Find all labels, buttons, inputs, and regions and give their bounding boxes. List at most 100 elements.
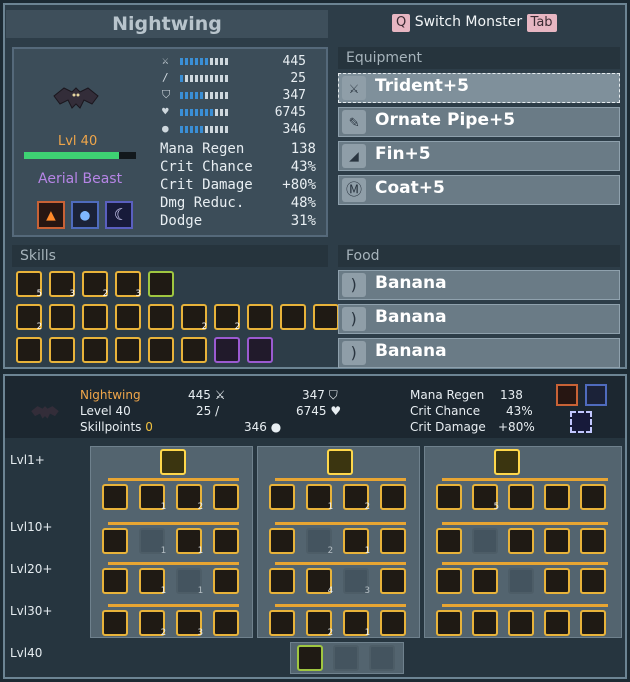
q-key[interactable]: Q	[392, 14, 411, 32]
skill-slot[interactable]	[148, 304, 174, 330]
water-trait-mini-icon	[585, 384, 607, 406]
skill-tree-node[interactable]	[269, 610, 295, 636]
skill-tree-node[interactable]	[269, 484, 295, 510]
skill-slot[interactable]	[247, 304, 273, 330]
skill-tree-node[interactable]	[213, 610, 239, 636]
skill-slot[interactable]: 3	[49, 271, 75, 299]
food-label: Banana	[375, 273, 447, 293]
skill-slot[interactable]	[82, 304, 108, 330]
skill-slot[interactable]	[247, 337, 273, 363]
skill-slot[interactable]: 5	[16, 271, 42, 299]
skill-tree-node[interactable]	[213, 484, 239, 510]
skill-tree-node[interactable]: 2	[306, 610, 333, 638]
skill-tree-node[interactable]	[102, 610, 128, 636]
skill-slot[interactable]	[49, 304, 75, 330]
skill-slot[interactable]: 2	[82, 271, 108, 299]
skill-tree-node[interactable]	[508, 568, 534, 594]
skill-tree-node[interactable]: 1	[306, 484, 333, 512]
skill-slot[interactable]	[82, 337, 108, 363]
skill-tree-node[interactable]	[472, 610, 498, 636]
ultimate-skill-node[interactable]	[369, 645, 395, 671]
skill-tree-node[interactable]	[544, 484, 570, 510]
skill-tree-node[interactable]	[472, 528, 498, 554]
attribute-value: +80%	[282, 177, 316, 193]
skill-tree-node[interactable]	[380, 610, 406, 636]
skill-tree-node[interactable]: 5	[472, 484, 499, 512]
skill-tree-node[interactable]: 1	[343, 610, 370, 638]
skill-tree-node[interactable]	[436, 484, 462, 510]
skill-tree-node[interactable]	[580, 528, 606, 554]
skill-tree-root-node[interactable]	[327, 449, 353, 475]
skill-tree-node[interactable]	[580, 484, 606, 510]
skill-tree-node[interactable]	[544, 568, 570, 594]
skill-tree-root-node[interactable]	[160, 449, 186, 475]
skill-slot[interactable]	[313, 304, 339, 330]
skillpoints-value: 0	[145, 420, 153, 434]
skill-tree-node[interactable]	[102, 484, 128, 510]
mana-icon: ●	[270, 420, 282, 434]
skill-slot[interactable]: 3	[115, 271, 141, 299]
skill-tree-node[interactable]: 2	[139, 610, 166, 638]
skill-tree-node[interactable]	[544, 528, 570, 554]
trident-icon: ⚔	[342, 76, 366, 100]
skill-tree-node[interactable]: 4	[306, 568, 333, 596]
skill-count: 3	[69, 289, 75, 299]
equipment-slot-weapon[interactable]: ⚔ Trident+5	[338, 73, 620, 103]
skill-tree-node[interactable]	[472, 568, 498, 594]
skill-tree-node[interactable]	[580, 568, 606, 594]
skill-tree-node[interactable]	[380, 528, 406, 554]
equipment-slot-armor[interactable]: Ⓜ Coat+5	[338, 175, 620, 205]
tab-key[interactable]: Tab	[526, 14, 557, 32]
skill-tree-node[interactable]	[544, 610, 570, 636]
skill-tree-node[interactable]	[508, 528, 534, 554]
skill-tree-node[interactable]	[380, 568, 406, 594]
skill-tree-node[interactable]	[508, 484, 534, 510]
skill-tree-node[interactable]	[213, 568, 239, 594]
moon-trait-mini-icon	[570, 411, 592, 433]
skill-tree-root-node[interactable]	[494, 449, 520, 475]
skill-tree-node[interactable]	[580, 610, 606, 636]
food-slot[interactable]: ) Banana	[338, 270, 620, 300]
skill-tree-node[interactable]: 2	[176, 484, 203, 512]
skill-slot[interactable]	[148, 271, 174, 297]
skill-slot[interactable]	[214, 337, 240, 363]
skill-tree-node[interactable]	[102, 528, 128, 554]
skill-tree-node[interactable]	[436, 528, 462, 554]
skill-tree-node[interactable]: 1	[176, 568, 203, 596]
skill-slot[interactable]: 2	[181, 304, 207, 332]
skill-tree-node[interactable]: 1	[176, 528, 203, 556]
skill-tree-node[interactable]	[380, 484, 406, 510]
skill-tree-node[interactable]	[102, 568, 128, 594]
switch-monster-control[interactable]: Q Switch Monster Tab	[392, 14, 557, 32]
skill-tree-node[interactable]	[508, 610, 534, 636]
skill-tree-node[interactable]	[269, 568, 295, 594]
skill-tree-node[interactable]: 3	[343, 568, 370, 596]
skill-tree-node[interactable]: 1	[343, 528, 370, 556]
skill-tree-node[interactable]	[213, 528, 239, 554]
skill-slot[interactable]	[115, 304, 141, 330]
equipment-slot-fin[interactable]: ◢ Fin+5	[338, 141, 620, 171]
skill-tree-node[interactable]: 3	[176, 610, 203, 638]
skill-tree-node[interactable]: 2	[306, 528, 333, 556]
skill-tree-node[interactable]: 2	[343, 484, 370, 512]
skill-slot[interactable]	[280, 304, 306, 330]
equipment-slot-accessory[interactable]: ✎ Ornate Pipe+5	[338, 107, 620, 137]
ultimate-skill-node[interactable]	[297, 645, 323, 671]
skill-tree-node[interactable]: 1	[139, 484, 166, 512]
skill-slot[interactable]	[148, 337, 174, 363]
ultimate-skill-node[interactable]	[333, 645, 359, 671]
skill-slot[interactable]	[115, 337, 141, 363]
skill-slot[interactable]: 2	[214, 304, 240, 332]
skill-slot[interactable]	[16, 337, 42, 363]
food-slot[interactable]: ) Banana	[338, 304, 620, 334]
skill-tree-node[interactable]	[269, 528, 295, 554]
skill-slot[interactable]	[181, 337, 207, 363]
food-slot[interactable]: ) Banana	[338, 338, 620, 368]
skill-tree-node[interactable]	[436, 610, 462, 636]
skill-tree-node[interactable]: 1	[139, 568, 166, 596]
skill-slot[interactable]: 2	[16, 304, 42, 332]
skill-slot[interactable]	[49, 337, 75, 363]
skill-tree-node[interactable]	[436, 568, 462, 594]
skill-tree-node[interactable]: 1	[139, 528, 166, 556]
tree-level-20: Lvl20+	[10, 562, 53, 576]
